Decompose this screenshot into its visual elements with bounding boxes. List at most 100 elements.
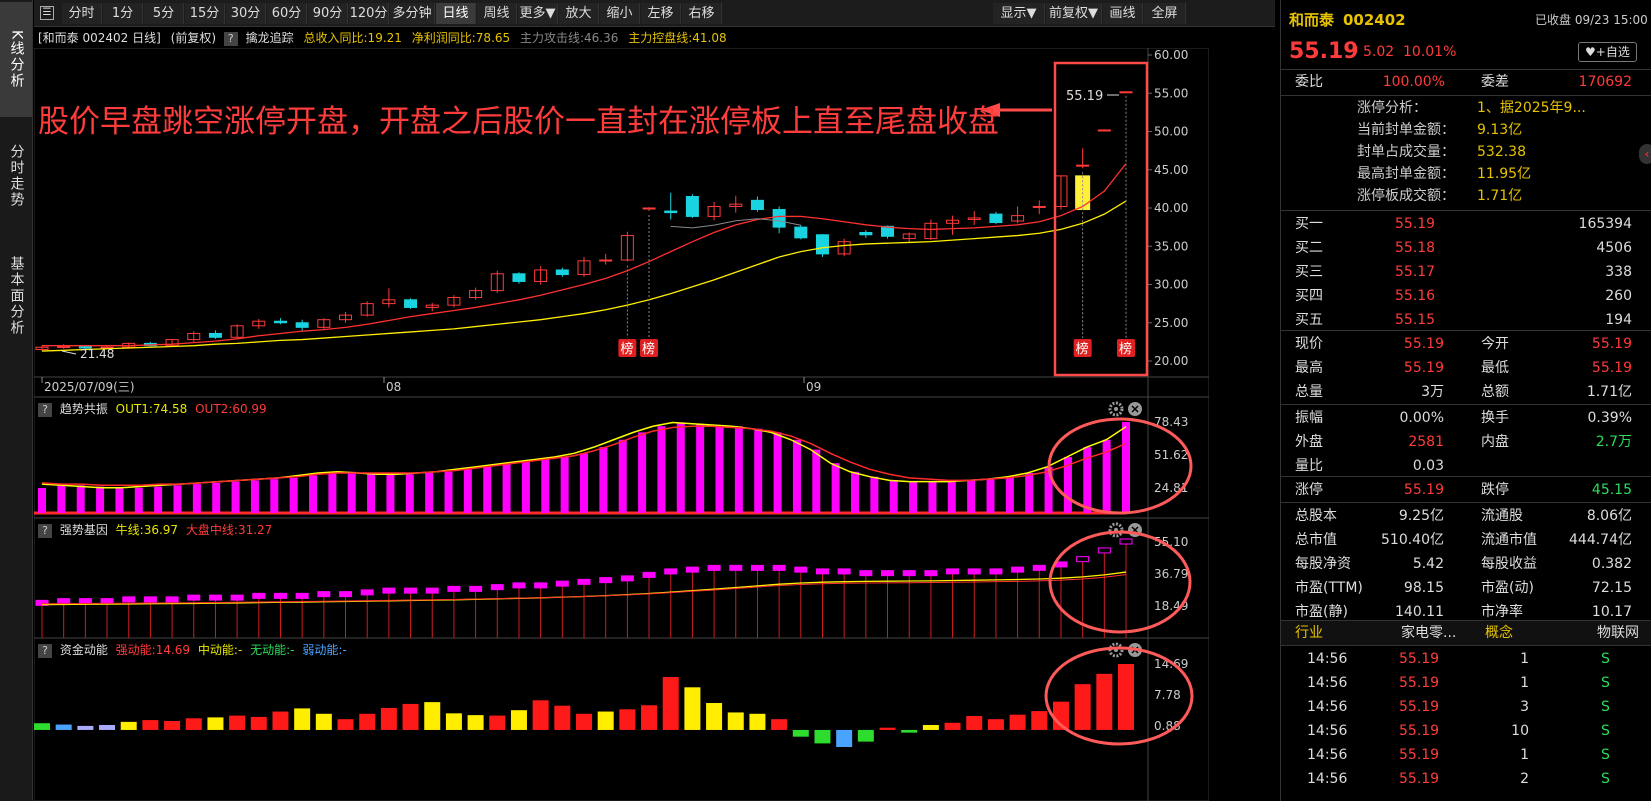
toolbar: ☰ 分时 1分 5分 15分 30分 60分 90分 120分 多分钟 日线 周线 更多▼ 放大 缩小 左移… [34,0,1275,27]
stat-key: 总股本 [1295,508,1337,524]
chart-area[interactable]: 60.00 55.00 50.00 45.00 40.00 35.00 30.00 25.00… [34,48,1209,801]
toolbar-button-7[interactable]: 120分 [349,3,389,24]
help-icon[interactable]: ? [38,523,52,538]
help-icon[interactable]: ? [38,643,52,658]
toolbar-button-17[interactable]: 前复权▼ [1046,3,1102,24]
toolbar-button-2[interactable]: 5分 [144,3,184,24]
toolbar-button-14[interactable]: 左移 [641,3,681,24]
toolbar-button-18[interactable]: 画线 [1103,3,1143,24]
panel1-bar [560,456,569,513]
profit-yoy: 净利润同比:78.65 [411,31,511,45]
panel1-bar [328,472,337,513]
tab-fundamental[interactable]: 基本面分析 [0,236,32,356]
highlight-ellipse-2 [1048,530,1192,634]
tick-volume: 2 [1520,771,1529,787]
candle [599,253,613,265]
panel1-bar [309,475,317,513]
panel3-bar [34,723,50,730]
panel3-bar [532,700,549,730]
panel3-bar [901,729,918,733]
concept-value[interactable]: 物联网 [1597,621,1639,645]
collapse-handle[interactable]: ‹ [1639,144,1651,164]
toolbar-button-11[interactable]: 更多▼ [518,3,558,24]
industry-value[interactable]: 家电零... [1401,621,1456,645]
toolbar-button-5[interactable]: 60分 [267,3,307,24]
toolbar-button-4[interactable]: 30分 [226,3,266,24]
toolbar-button-6[interactable]: 90分 [308,3,348,24]
toolbar-button-12[interactable]: 放大 [559,3,599,24]
tick-volume: 1 [1520,675,1529,691]
panel2-block [685,566,699,573]
panel3-bar [207,717,224,730]
panel1-bar [463,469,472,513]
candle-body [772,209,786,228]
quote-header: 和而泰 002402 已收盘 09/23 15:00 [1281,8,1651,34]
toolbar-button-16[interactable]: 显示▼ [993,3,1045,24]
menu-checkbox-icon[interactable]: ☰ [40,6,54,20]
tab-kline[interactable]: K线分析 [0,2,32,117]
bid-volume: 4506 [1596,240,1632,256]
candle [642,207,656,212]
panel3-bar [380,707,397,730]
panel3-bar [792,729,809,737]
toolbar-button-19[interactable]: 全屏 [1144,3,1186,24]
toolbar-button-10[interactable]: 周线 [477,3,517,24]
help-icon[interactable]: ? [223,31,238,46]
candle-body [989,213,1003,224]
panel1-bar [986,479,995,513]
toolbar-button-1[interactable]: 1分 [103,3,143,24]
weibi-row: 委比 100.00% 委差 170692 [1281,70,1651,94]
limit-row: 当前封单金额： 9.13亿 [1281,119,1651,141]
bid-label: 买三 [1295,264,1323,280]
panel1-bar [812,449,821,513]
panel2-block [946,568,960,575]
help-icon[interactable]: ? [38,402,52,417]
tick-side: S [1601,771,1610,787]
panel2-block [208,594,222,601]
candle [1097,129,1111,132]
panel2-block [1076,556,1090,563]
panel1-close-icon[interactable] [1128,402,1142,416]
tick-time: 14:56 [1307,651,1348,667]
panel2-block [902,570,916,577]
panel3-bar [814,729,831,744]
panel3-bar [1074,684,1091,730]
chart-border [34,48,1209,801]
price-tick-label: 40.00 [1154,201,1188,215]
panel1-settings-icon[interactable] [1108,401,1124,417]
tick-price: 55.19 [1399,723,1440,739]
panel2-block [490,584,504,591]
panel3-title: ? 资金动能 强动能:14.69 中动能:- 无动能:- 弱动能:- [34,641,347,660]
toolbar-button-9[interactable]: 日线 [436,3,476,24]
limit-value: 1、据2025年9... [1477,100,1586,116]
panel2-settings-icon[interactable] [1108,522,1124,538]
panel1-tick-label: 51.62 [1154,448,1188,462]
tick-side: S [1601,723,1610,739]
indicator-name[interactable]: 擒龙追踪 [246,31,294,45]
bang-badge-label: 榜 [1076,341,1089,357]
panel2-block [837,568,851,575]
toolbar-button-3[interactable]: 15分 [185,3,225,24]
panel3-settings-icon[interactable] [1108,642,1124,658]
panel3-bar [857,729,874,742]
candle [989,211,1003,225]
panel2-block [57,598,71,605]
stat-key: 现价 [1295,336,1323,352]
panel3-bar [445,713,462,730]
stat-key: 最低 [1481,360,1509,376]
panel1-bar [773,432,782,513]
toolbar-button-0[interactable]: 分时 [62,3,102,24]
panel2-block [555,580,569,587]
toolbar-button-8[interactable]: 多分钟 [390,3,435,24]
bid-price: 55.15 [1395,312,1436,328]
concept-label: 概念 [1485,625,1513,641]
add-favorite-button[interactable]: ♥+自选 [1578,42,1637,62]
stat-row: 总量 3万 总额 1.71亿 [1281,380,1651,404]
toolbar-button-15[interactable]: 右移 [682,3,722,24]
tab-intraday[interactable]: 分时走势 [0,120,32,232]
panel1-bar [754,428,763,513]
toolbar-button-13[interactable]: 缩小 [600,3,640,24]
panel1-bar [386,474,395,513]
panel1-bar [1025,472,1034,513]
stat-key: 流通股 [1481,508,1523,524]
